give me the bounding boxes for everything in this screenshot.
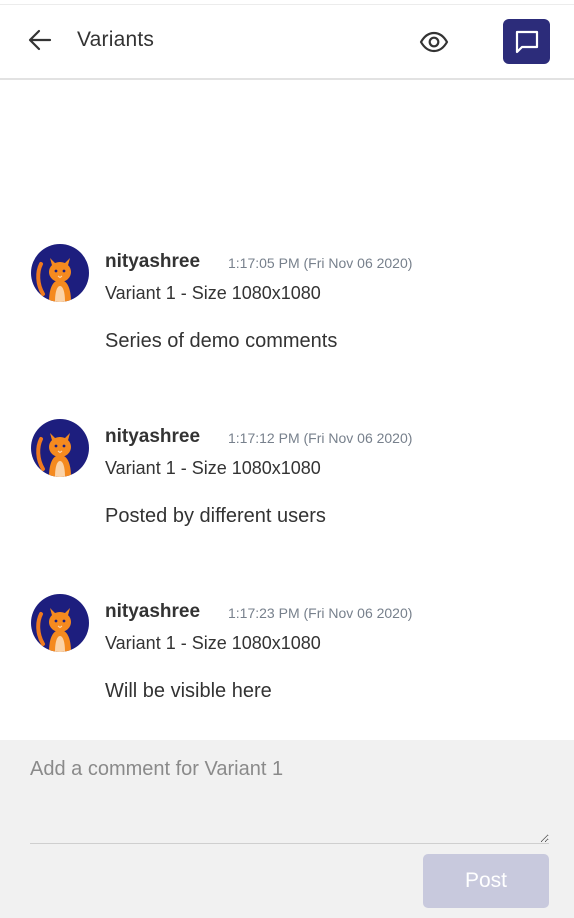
avatar (31, 244, 89, 302)
top-edge (0, 0, 574, 5)
comment-variant: Variant 1 - Size 1080x1080 (105, 283, 321, 303)
cat-avatar-icon (36, 608, 71, 652)
comment-item: nityashree 1:17:23 PM (Fri Nov 06 2020) … (0, 594, 574, 734)
comment-username: nityashree (105, 251, 201, 272)
comment-item: nityashree 1:17:12 PM (Fri Nov 06 2020) … (0, 419, 574, 559)
chat-bubble-icon (515, 30, 538, 53)
comment-list: nityashree 1:17:05 PM (Fri Nov 06 2020) … (0, 82, 574, 740)
cat-avatar-icon (36, 258, 71, 302)
comment-variant: Variant 1 - Size 1080x1080 (105, 458, 321, 478)
comment-timestamp: 1:17:12 PM (Fri Nov 06 2020) (228, 430, 413, 446)
comment-text: Will be visible here (105, 680, 272, 702)
comment-username: nityashree (105, 426, 201, 447)
comment-item: nityashree 1:17:05 PM (Fri Nov 06 2020) … (0, 244, 574, 384)
avatar (31, 594, 89, 652)
cat-avatar-icon (36, 433, 71, 477)
preview-button[interactable] (418, 26, 450, 58)
comment-username: nityashree (105, 601, 201, 622)
comment-timestamp: 1:17:05 PM (Fri Nov 06 2020) (228, 255, 413, 271)
header: Variants (0, 6, 574, 80)
page-title: Variants (77, 28, 155, 51)
comments-toggle-button[interactable] (503, 19, 550, 64)
post-button[interactable]: Post (423, 854, 549, 908)
avatar (31, 419, 89, 477)
eye-icon (419, 31, 449, 53)
comment-variant: Variant 1 - Size 1080x1080 (105, 633, 321, 653)
comment-text: Posted by different users (105, 505, 326, 527)
comment-text: Series of demo comments (105, 330, 338, 352)
comment-input[interactable] (30, 758, 549, 844)
arrow-left-icon (28, 29, 52, 51)
back-button[interactable] (26, 26, 54, 54)
comment-timestamp: 1:17:23 PM (Fri Nov 06 2020) (228, 605, 413, 621)
comment-composer: Post (0, 740, 574, 918)
